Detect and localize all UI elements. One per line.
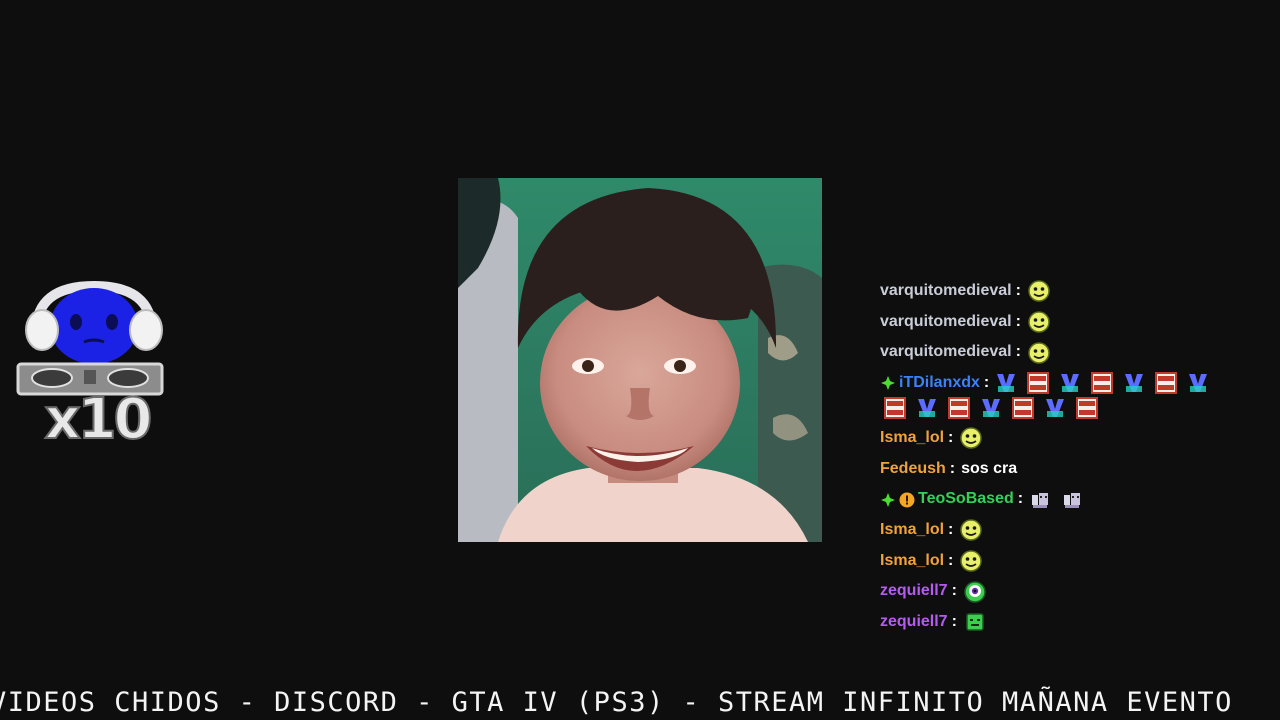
chat-username[interactable]: Isma_lol — [880, 423, 944, 454]
videos-chidos-emote — [1012, 396, 1034, 419]
chat-separator: : — [1017, 490, 1024, 508]
yellow-smiley-emote — [1027, 310, 1051, 334]
yellow-smiley-emote — [1027, 341, 1051, 365]
scrolling-ticker: VIDEOS CHIDOS - DISCORD - GTA IV (PS3) -… — [0, 687, 1233, 718]
chat-separator: : — [948, 520, 954, 538]
videos-chidos-emote — [1091, 372, 1114, 395]
dj-mascot-overlay: x10 — [14, 280, 166, 460]
chat-message: Isma_lol : — [880, 546, 1260, 577]
chat-message: TeoSoBased : — [880, 484, 1260, 515]
chat-separator: : — [951, 582, 957, 600]
chat-username[interactable]: TeoSoBased — [918, 484, 1014, 515]
chat-username[interactable]: varquitomedieval — [880, 337, 1012, 368]
dj-mascot-icon — [16, 280, 164, 396]
chat-username[interactable]: Fedeush — [880, 454, 946, 485]
mascot-multiplier-label: x10 — [43, 387, 153, 452]
chat-separator: : — [1015, 312, 1021, 330]
chat-message: varquitomedieval : — [880, 307, 1260, 338]
pixel-v-emote — [995, 372, 1017, 394]
chat-separator: : — [1015, 343, 1021, 361]
chat-username[interactable]: zequiell7 — [880, 607, 948, 638]
chat-separator: : — [1015, 282, 1021, 299]
pixel-cat-emote — [1029, 489, 1051, 511]
pixel-cat-emote — [1061, 489, 1083, 511]
stream-overlay: x10 varquitomedieval: varquitomedieval … — [0, 0, 1280, 720]
pixel-v-emote — [1187, 372, 1209, 394]
yellow-smiley-emote — [959, 549, 983, 573]
chat-separator: : — [948, 551, 954, 569]
chat-username[interactable]: varquitomedieval — [880, 276, 1012, 307]
chat-panel: varquitomedieval : varquitomedieval : va… — [880, 276, 1260, 638]
chat-separator: : — [949, 459, 956, 477]
chat-message: iTDilanxdx : — [880, 368, 1260, 399]
chat-separator: : — [951, 613, 957, 631]
chat-message: varquitomedieval : — [880, 276, 1260, 307]
plus-badge-icon — [880, 492, 896, 508]
chat-username[interactable]: Isma_lol — [880, 546, 944, 577]
chat-separator: : — [948, 428, 954, 446]
chat-message: Fedeush : sos cra — [880, 454, 1260, 485]
pixel-v-emote — [980, 397, 1002, 419]
pixel-v-emote — [916, 397, 938, 419]
pixel-v-emote — [1123, 372, 1145, 394]
warning-badge-icon — [899, 492, 915, 508]
streamer-photo — [458, 178, 822, 542]
yellow-smiley-emote — [1027, 279, 1051, 303]
chat-message: zequiell7 : — [880, 576, 1260, 607]
yellow-smiley-emote — [959, 518, 983, 542]
plus-badge-icon — [880, 375, 896, 391]
green-face-emote — [963, 610, 987, 634]
chat-message-text: sos cra — [961, 459, 1018, 477]
videos-chidos-emote — [1027, 372, 1050, 395]
videos-chidos-emote — [948, 396, 970, 419]
chat-username[interactable]: Isma_lol — [880, 515, 944, 546]
videos-chidos-emote — [1076, 396, 1098, 419]
cyclops-emote — [963, 580, 987, 604]
pixel-v-emote — [1059, 372, 1081, 394]
chat-username[interactable]: zequiell7 — [880, 576, 948, 607]
chat-separator: : — [983, 374, 990, 392]
chat-message: varquitomedieval : — [880, 337, 1260, 368]
childhood-portrait-image — [458, 178, 822, 542]
videos-chidos-emote — [884, 396, 906, 419]
chat-username[interactable]: varquitomedieval — [880, 307, 1012, 338]
chat-message: Isma_lol : — [880, 515, 1260, 546]
chat-message: Isma_lol : — [880, 423, 1260, 454]
chat-message: zequiell7 : — [880, 607, 1260, 638]
chat-username[interactable]: iTDilanxdx — [899, 368, 980, 399]
videos-chidos-emote — [1155, 372, 1178, 395]
pixel-v-emote — [1044, 397, 1066, 419]
yellow-smiley-emote — [959, 426, 983, 450]
